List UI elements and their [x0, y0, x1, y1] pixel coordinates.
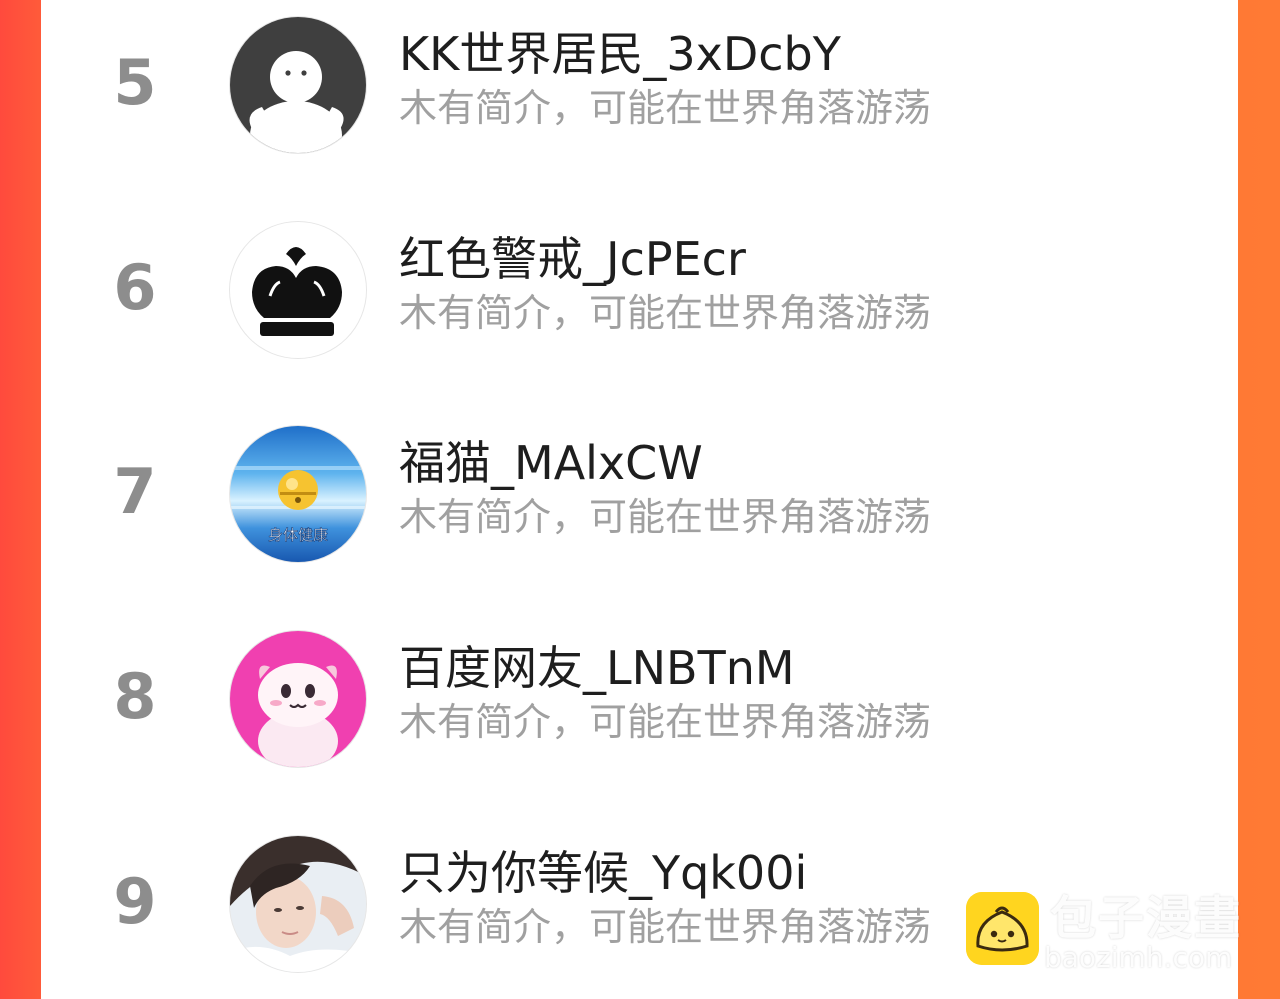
user-name[interactable]: 百度网友_LNBTnM: [399, 640, 795, 696]
golden-bell-avatar-icon: 身体健康: [230, 426, 366, 562]
ranking-row[interactable]: 8 百度网友_LNBTnM 木有简介，可能在世界角落游荡: [41, 626, 1238, 776]
ranking-row[interactable]: 6 红色警戒_JcPEcr 木有简介，可能在世界角落游荡: [41, 217, 1238, 367]
ranking-panel: 5 KK世界居民_3xDcbY 木有简介，可能在世界角落游荡 6 红色警戒_Jc…: [41, 0, 1238, 999]
pink-mascot-avatar-icon: [230, 631, 366, 767]
user-name[interactable]: KK世界居民_3xDcbY: [399, 26, 841, 82]
photo-portrait-avatar-icon: [230, 836, 366, 972]
user-bio: 木有简介，可能在世界角落游荡: [399, 700, 932, 744]
site-watermark: 包子漫畫 baozimh.com: [966, 890, 1266, 980]
watermark-url: baozimh.com: [1044, 941, 1233, 974]
user-avatar[interactable]: [230, 631, 366, 767]
user-bio: 木有简介，可能在世界角落游荡: [399, 905, 932, 949]
rank-number: 9: [113, 865, 157, 938]
ranking-row[interactable]: 7 身体健康 福猫_MAlxCW 木有简介，可能在世界角落游荡: [41, 421, 1238, 571]
user-bio: 木有简介，可能在世界角落游荡: [399, 291, 932, 335]
user-name[interactable]: 福猫_MAlxCW: [399, 435, 703, 491]
rank-number: 8: [113, 660, 157, 733]
default-penguin-avatar-icon: [230, 17, 366, 153]
bun-mascot-icon: [966, 892, 1039, 965]
user-avatar[interactable]: [230, 222, 366, 358]
user-avatar[interactable]: [230, 836, 366, 972]
ranking-row[interactable]: 5 KK世界居民_3xDcbY 木有简介，可能在世界角落游荡: [41, 12, 1238, 162]
watermark-logo: [966, 892, 1039, 965]
user-bio: 木有简介，可能在世界角落游荡: [399, 495, 932, 539]
rank-number: 7: [113, 455, 157, 528]
user-avatar[interactable]: 身体健康: [230, 426, 366, 562]
user-name[interactable]: 只为你等候_Yqk00i: [399, 845, 807, 901]
user-avatar[interactable]: [230, 17, 366, 153]
user-bio: 木有简介，可能在世界角落游荡: [399, 86, 932, 130]
black-crown-avatar-icon: [230, 222, 366, 358]
avatar-caption: 身体健康: [268, 526, 328, 544]
rank-number: 5: [113, 46, 157, 119]
user-name[interactable]: 红色警戒_JcPEcr: [399, 231, 746, 287]
watermark-title: 包子漫畫: [1050, 891, 1242, 945]
rank-number: 6: [113, 251, 157, 324]
